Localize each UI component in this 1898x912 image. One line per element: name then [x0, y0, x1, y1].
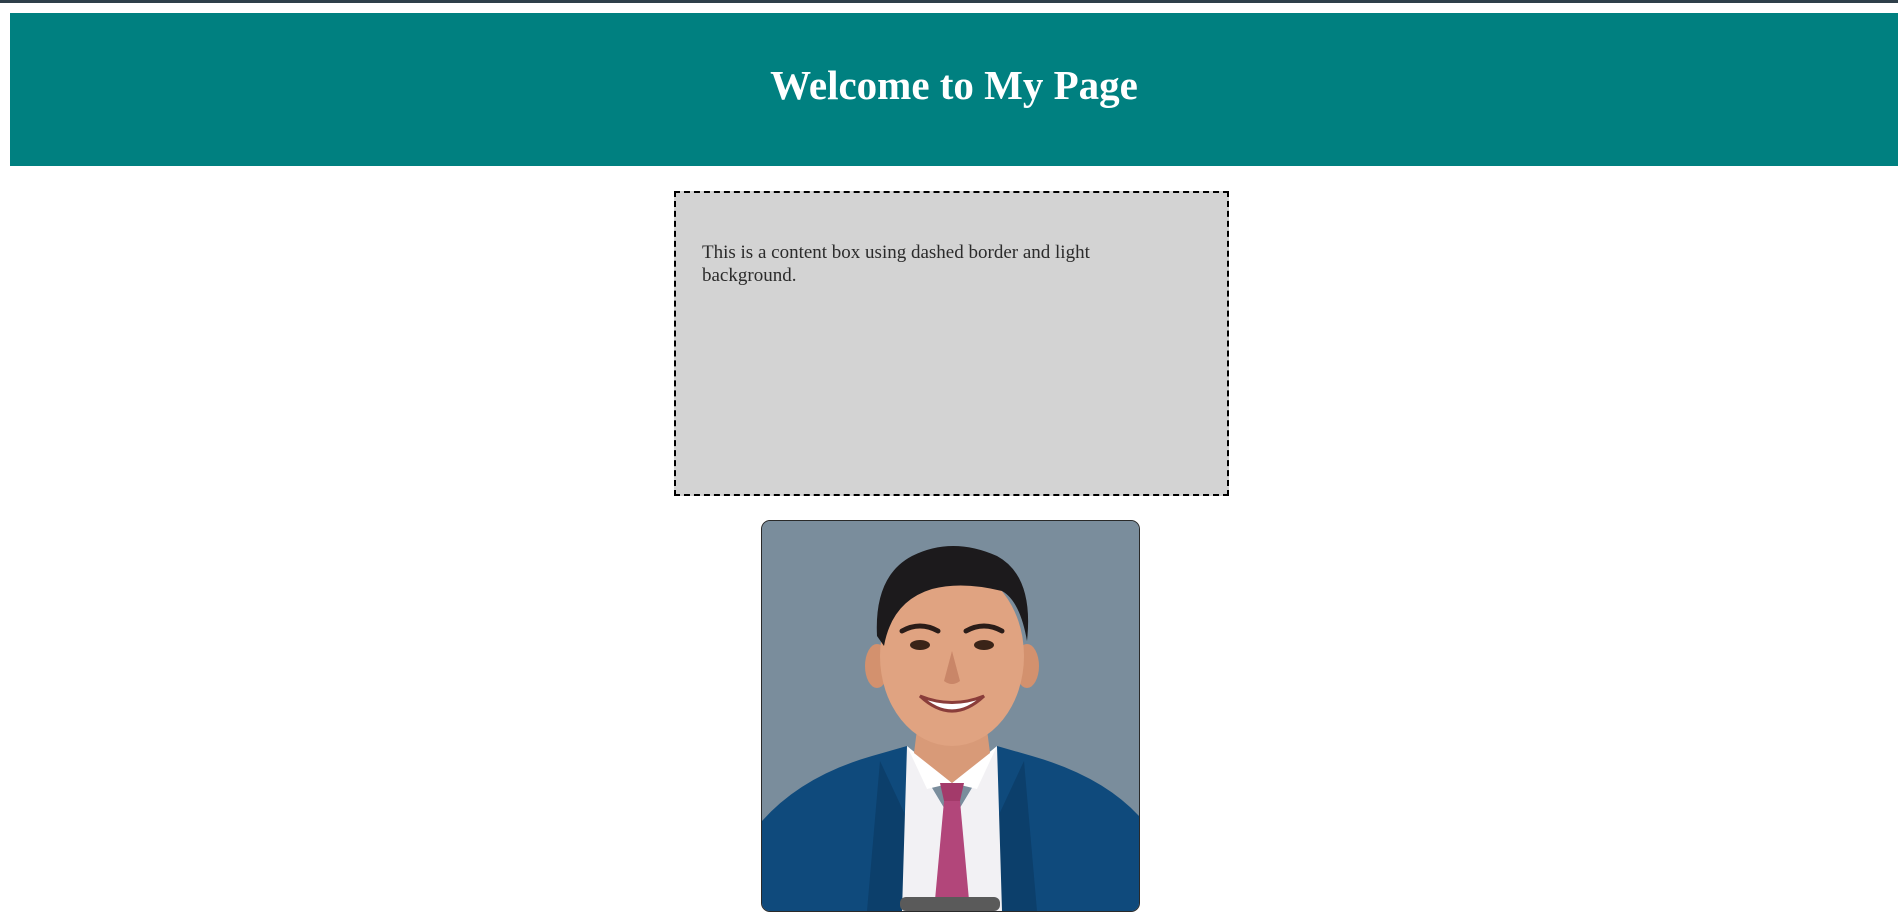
content-box-text: This is a content box using dashed borde… — [702, 242, 1090, 286]
page-title: Welcome to My Page — [770, 62, 1138, 108]
profile-photo — [761, 520, 1140, 912]
top-strip — [0, 0, 1898, 3]
page-header: Welcome to My Page — [10, 13, 1898, 166]
content-box: This is a content box using dashed borde… — [674, 191, 1229, 496]
portrait-illustration — [762, 521, 1139, 911]
